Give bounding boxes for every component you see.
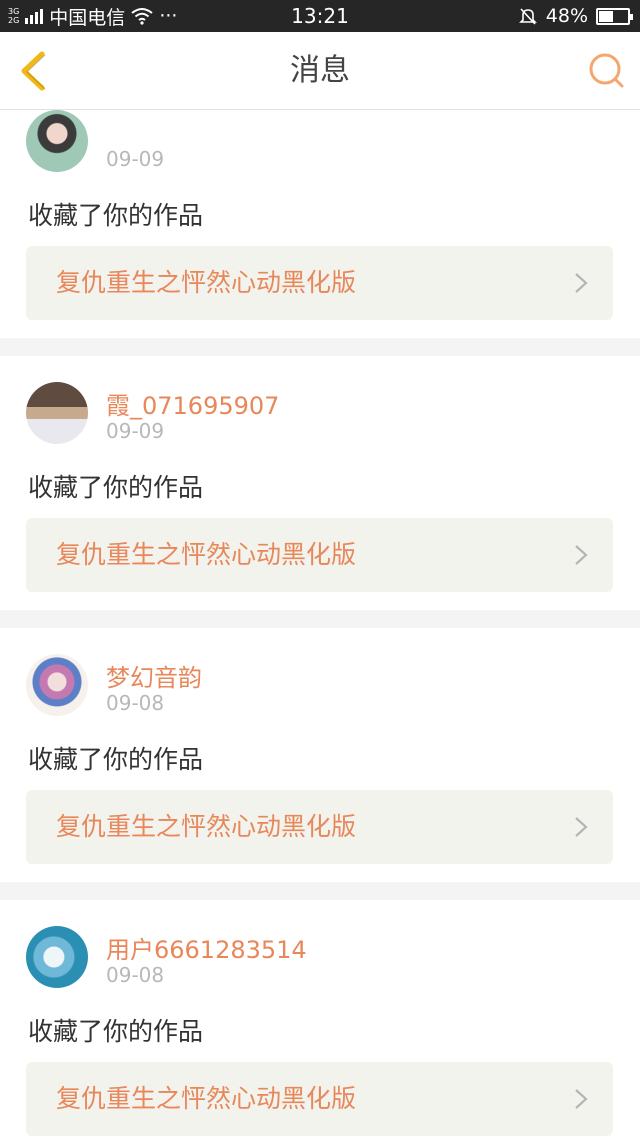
user-name[interactable]: 霞_071695907 xyxy=(106,386,279,421)
work-title: 复仇重生之怦然心动黑化版 xyxy=(56,812,357,841)
message-date: 09-08 xyxy=(106,963,165,987)
message-card: 用户6661283514 09-08 收藏了你的作品 复仇重生之怦然心动黑化版 xyxy=(0,900,640,1138)
work-link[interactable]: 复仇重生之怦然心动黑化版 xyxy=(26,1062,613,1136)
status-right: 48% xyxy=(518,0,633,32)
message-action: 收藏了你的作品 xyxy=(28,1017,204,1046)
chevron-right-icon xyxy=(575,273,588,293)
message-date: 09-09 xyxy=(106,147,165,171)
work-link[interactable]: 复仇重生之怦然心动黑化版 xyxy=(26,518,613,592)
battery-icon xyxy=(596,7,633,25)
status-bar: 3G 2G 中国电信 ··· 13:21 48% xyxy=(0,0,640,32)
message-action: 收藏了你的作品 xyxy=(28,201,204,230)
search-icon[interactable] xyxy=(586,50,626,90)
avatar[interactable] xyxy=(26,654,88,716)
work-link[interactable]: 复仇重生之怦然心动黑化版 xyxy=(26,246,613,320)
avatar[interactable] xyxy=(26,382,88,444)
message-date: 09-09 xyxy=(106,419,165,443)
message-date: 09-08 xyxy=(106,691,165,715)
nav-bar: 消息 xyxy=(0,32,640,110)
battery-percent: 48% xyxy=(545,5,588,27)
work-title: 复仇重生之怦然心动黑化版 xyxy=(56,540,357,569)
avatar[interactable] xyxy=(26,110,88,172)
mute-bell-icon xyxy=(518,8,537,25)
chevron-right-icon xyxy=(575,817,588,837)
avatar[interactable] xyxy=(26,926,88,988)
chevron-right-icon xyxy=(575,545,588,565)
work-link[interactable]: 复仇重生之怦然心动黑化版 xyxy=(26,790,613,864)
message-card: 霞_071695907 09-09 收藏了你的作品 复仇重生之怦然心动黑化版 xyxy=(0,356,640,610)
message-card: 梦幻音韵 09-08 收藏了你的作品 复仇重生之怦然心动黑化版 xyxy=(0,628,640,882)
message-card: 09-09 收藏了你的作品 复仇重生之怦然心动黑化版 xyxy=(0,110,640,338)
page-title: 消息 xyxy=(290,53,350,88)
chevron-right-icon xyxy=(575,1089,588,1109)
user-name[interactable]: 梦幻音韵 xyxy=(106,658,202,693)
work-title: 复仇重生之怦然心动黑化版 xyxy=(56,1084,357,1113)
work-title: 复仇重生之怦然心动黑化版 xyxy=(56,268,357,297)
user-name[interactable]: 用户6661283514 xyxy=(106,930,307,965)
message-action: 收藏了你的作品 xyxy=(28,473,204,502)
message-action: 收藏了你的作品 xyxy=(28,745,204,774)
